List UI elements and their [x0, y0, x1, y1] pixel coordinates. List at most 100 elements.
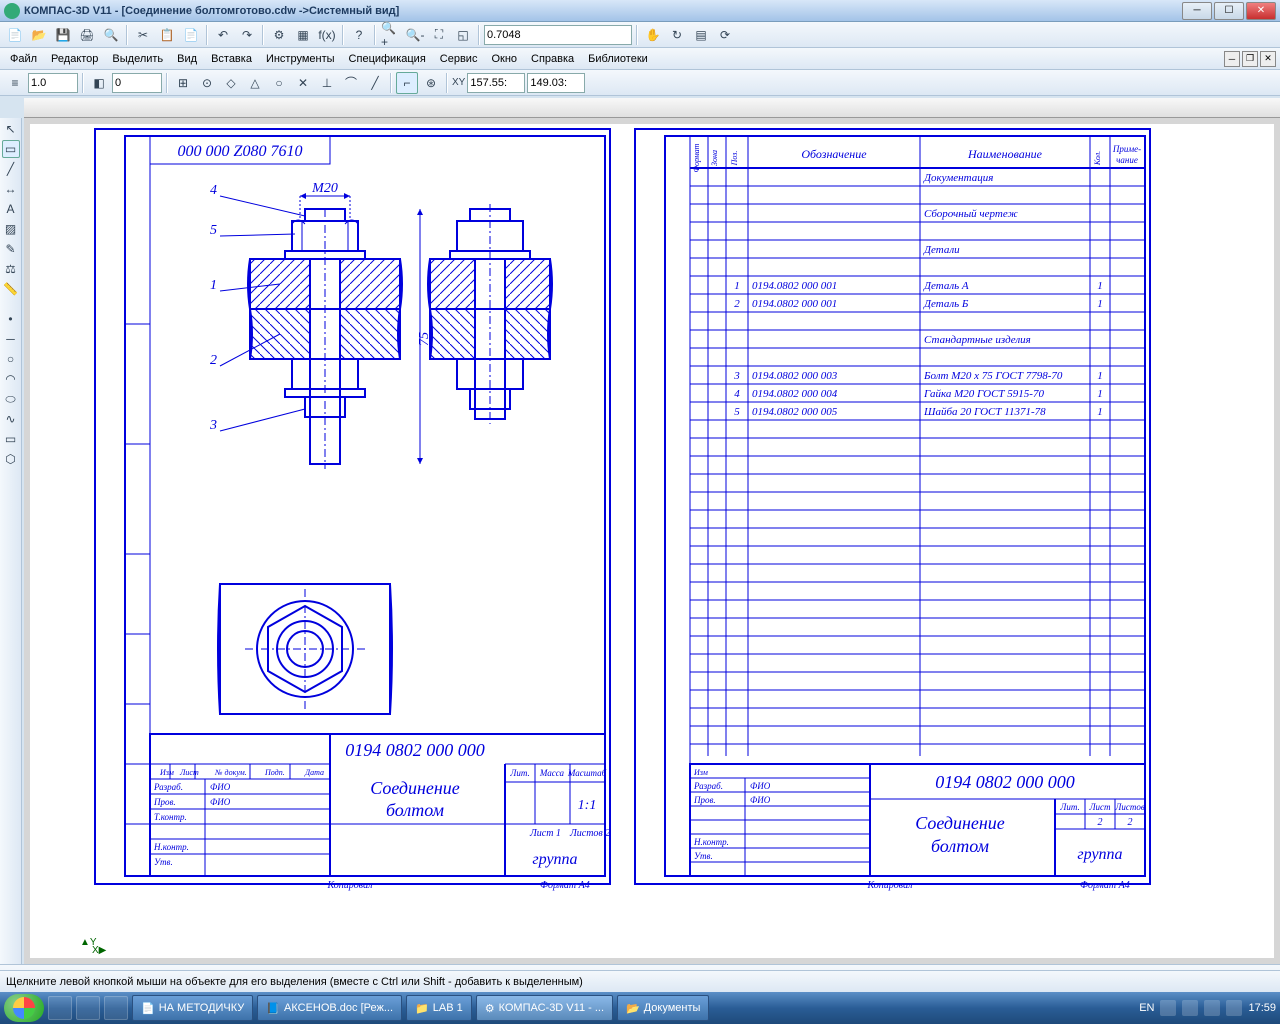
y-coord[interactable] — [527, 73, 585, 93]
zoomout-icon[interactable]: 🔍- — [404, 24, 426, 46]
svg-text:Сборочный чертеж: Сборочный чертеж — [924, 208, 1018, 220]
line-icon[interactable]: ╱ — [2, 160, 20, 178]
open-icon[interactable]: 📂 — [28, 24, 50, 46]
refresh-icon[interactable]: ⟳ — [714, 24, 736, 46]
preview-icon[interactable]: 🔍 — [100, 24, 122, 46]
task-2[interactable]: 📘АКСЕНОВ.doc [Реж... — [257, 995, 402, 1021]
segment-icon[interactable]: ─ — [2, 330, 20, 348]
menu-select[interactable]: Выделить — [106, 51, 169, 67]
fx-icon[interactable]: f(x) — [316, 24, 338, 46]
redo-icon[interactable]: ↷ — [236, 24, 258, 46]
poly-icon[interactable]: ⬡ — [2, 450, 20, 468]
task-1[interactable]: 📄НА МЕТОДИЧКУ — [132, 995, 253, 1021]
maximize-button[interactable]: ☐ — [1214, 2, 1244, 20]
zoomfit-icon[interactable]: ⛶ — [428, 24, 450, 46]
x-coord[interactable] — [467, 73, 525, 93]
polar-icon[interactable]: ⊛ — [420, 72, 442, 94]
menu-insert[interactable]: Вставка — [205, 51, 258, 67]
svg-text:1: 1 — [1097, 388, 1103, 400]
svg-text:Лист: Лист — [179, 768, 199, 777]
task-4[interactable]: ⚙КОМПАС-3D V11 - ... — [476, 995, 613, 1021]
menu-libs[interactable]: Библиотеки — [582, 51, 654, 67]
lang-indicator[interactable]: EN — [1139, 1002, 1154, 1014]
rect-icon[interactable]: ▭ — [2, 430, 20, 448]
task-3[interactable]: 📁LAB 1 — [406, 995, 472, 1021]
save-icon[interactable]: 💾 — [52, 24, 74, 46]
minimize-button[interactable]: ─ — [1182, 2, 1212, 20]
snap-int-icon[interactable]: ✕ — [292, 72, 314, 94]
svg-text:Шайба 20 ГОСТ 11371-78: Шайба 20 ГОСТ 11371-78 — [923, 406, 1046, 418]
snap-point-icon[interactable]: ⊙ — [196, 72, 218, 94]
text-icon[interactable]: A — [2, 200, 20, 218]
help-icon[interactable]: ? — [348, 24, 370, 46]
svg-text:Изм: Изм — [159, 768, 174, 777]
print-icon[interactable]: 🖨 — [76, 24, 98, 46]
ellipse-icon[interactable]: ⬭ — [2, 390, 20, 408]
snap-end-icon[interactable]: ◇ — [220, 72, 242, 94]
zoomall-icon[interactable]: ◱ — [452, 24, 474, 46]
pointer-icon[interactable]: ↖ — [2, 120, 20, 138]
menu-help[interactable]: Справка — [525, 51, 580, 67]
snap-mid-icon[interactable]: △ — [244, 72, 266, 94]
dim-icon[interactable]: ↔ — [2, 180, 20, 198]
menu-edit[interactable]: Редактор — [45, 51, 104, 67]
task-5[interactable]: 📂Документы — [617, 995, 709, 1021]
svg-text:Лит.: Лит. — [509, 768, 529, 778]
snap-center-icon[interactable]: ○ — [268, 72, 290, 94]
copy-icon[interactable]: 📋 — [156, 24, 178, 46]
pan-icon[interactable]: ✋ — [642, 24, 664, 46]
menu-tools[interactable]: Инструменты — [260, 51, 341, 67]
arc-icon[interactable]: ◠ — [2, 370, 20, 388]
svg-text:Копировал: Копировал — [327, 880, 374, 891]
quick-launch-3[interactable] — [104, 996, 128, 1020]
spline-icon[interactable]: ∿ — [2, 410, 20, 428]
tray-icon-3[interactable] — [1204, 1000, 1220, 1016]
param-icon[interactable]: ⚖ — [2, 260, 20, 278]
menu-service[interactable]: Сервис — [434, 51, 484, 67]
table-icon[interactable]: ▦ — [292, 24, 314, 46]
tray-volume-icon[interactable] — [1226, 1000, 1242, 1016]
quick-launch-1[interactable] — [48, 996, 72, 1020]
tray-icon-1[interactable] — [1160, 1000, 1176, 1016]
mdi-restore-button[interactable]: ❐ — [1242, 51, 1258, 67]
props-icon[interactable]: ⚙ — [268, 24, 290, 46]
select-icon[interactable]: ▭ — [2, 140, 20, 158]
tray-icon-2[interactable] — [1182, 1000, 1198, 1016]
canvas-area[interactable]: 000 000 Z080 7610 М20 — [24, 118, 1280, 964]
hatch-icon[interactable]: ▨ — [2, 220, 20, 238]
mdi-min-button[interactable]: ─ — [1224, 51, 1240, 67]
close-button[interactable]: ✕ — [1246, 2, 1276, 20]
start-button[interactable] — [4, 994, 44, 1022]
zoomin-icon[interactable]: 🔍+ — [380, 24, 402, 46]
quick-launch-2[interactable] — [76, 996, 100, 1020]
menu-window[interactable]: Окно — [485, 51, 523, 67]
snap-perp-icon[interactable]: ⊥ — [316, 72, 338, 94]
snap-grid-icon[interactable]: ⊞ — [172, 72, 194, 94]
lineweight-input[interactable] — [28, 73, 78, 93]
layer-icon[interactable]: ◧ — [88, 72, 110, 94]
paste-icon[interactable]: 📄 — [180, 24, 202, 46]
svg-text:3: 3 — [209, 418, 217, 433]
clock[interactable]: 17:59 — [1248, 1002, 1276, 1014]
new-icon[interactable]: 📄 — [4, 24, 26, 46]
cut-icon[interactable]: ✂ — [132, 24, 154, 46]
undo-icon[interactable]: ↶ — [212, 24, 234, 46]
layer-input[interactable] — [112, 73, 162, 93]
mdi-close-button[interactable]: ✕ — [1260, 51, 1276, 67]
zoom-combo[interactable] — [484, 25, 632, 45]
circle-icon[interactable]: ○ — [2, 350, 20, 368]
edit-icon[interactable]: ✎ — [2, 240, 20, 258]
menu-file[interactable]: Файл — [4, 51, 43, 67]
menu-spec[interactable]: Спецификация — [343, 51, 432, 67]
menu-view[interactable]: Вид — [171, 51, 203, 67]
snap-near-icon[interactable]: ╱ — [364, 72, 386, 94]
linestyle-icon[interactable]: ≡ — [4, 72, 26, 94]
measure-icon[interactable]: 📏 — [2, 280, 20, 298]
svg-text:4: 4 — [734, 388, 740, 400]
ortho-icon[interactable]: ⌐ — [396, 72, 418, 94]
point-icon[interactable]: • — [2, 310, 20, 328]
layers-icon[interactable]: ▤ — [690, 24, 712, 46]
rotate-icon[interactable]: ↻ — [666, 24, 688, 46]
toolbar-left: ↖ ▭ ╱ ↔ A ▨ ✎ ⚖ 📏 • ─ ○ ◠ ⬭ ∿ ▭ ⬡ — [0, 118, 22, 964]
snap-tan-icon[interactable]: ⌒ — [340, 72, 362, 94]
